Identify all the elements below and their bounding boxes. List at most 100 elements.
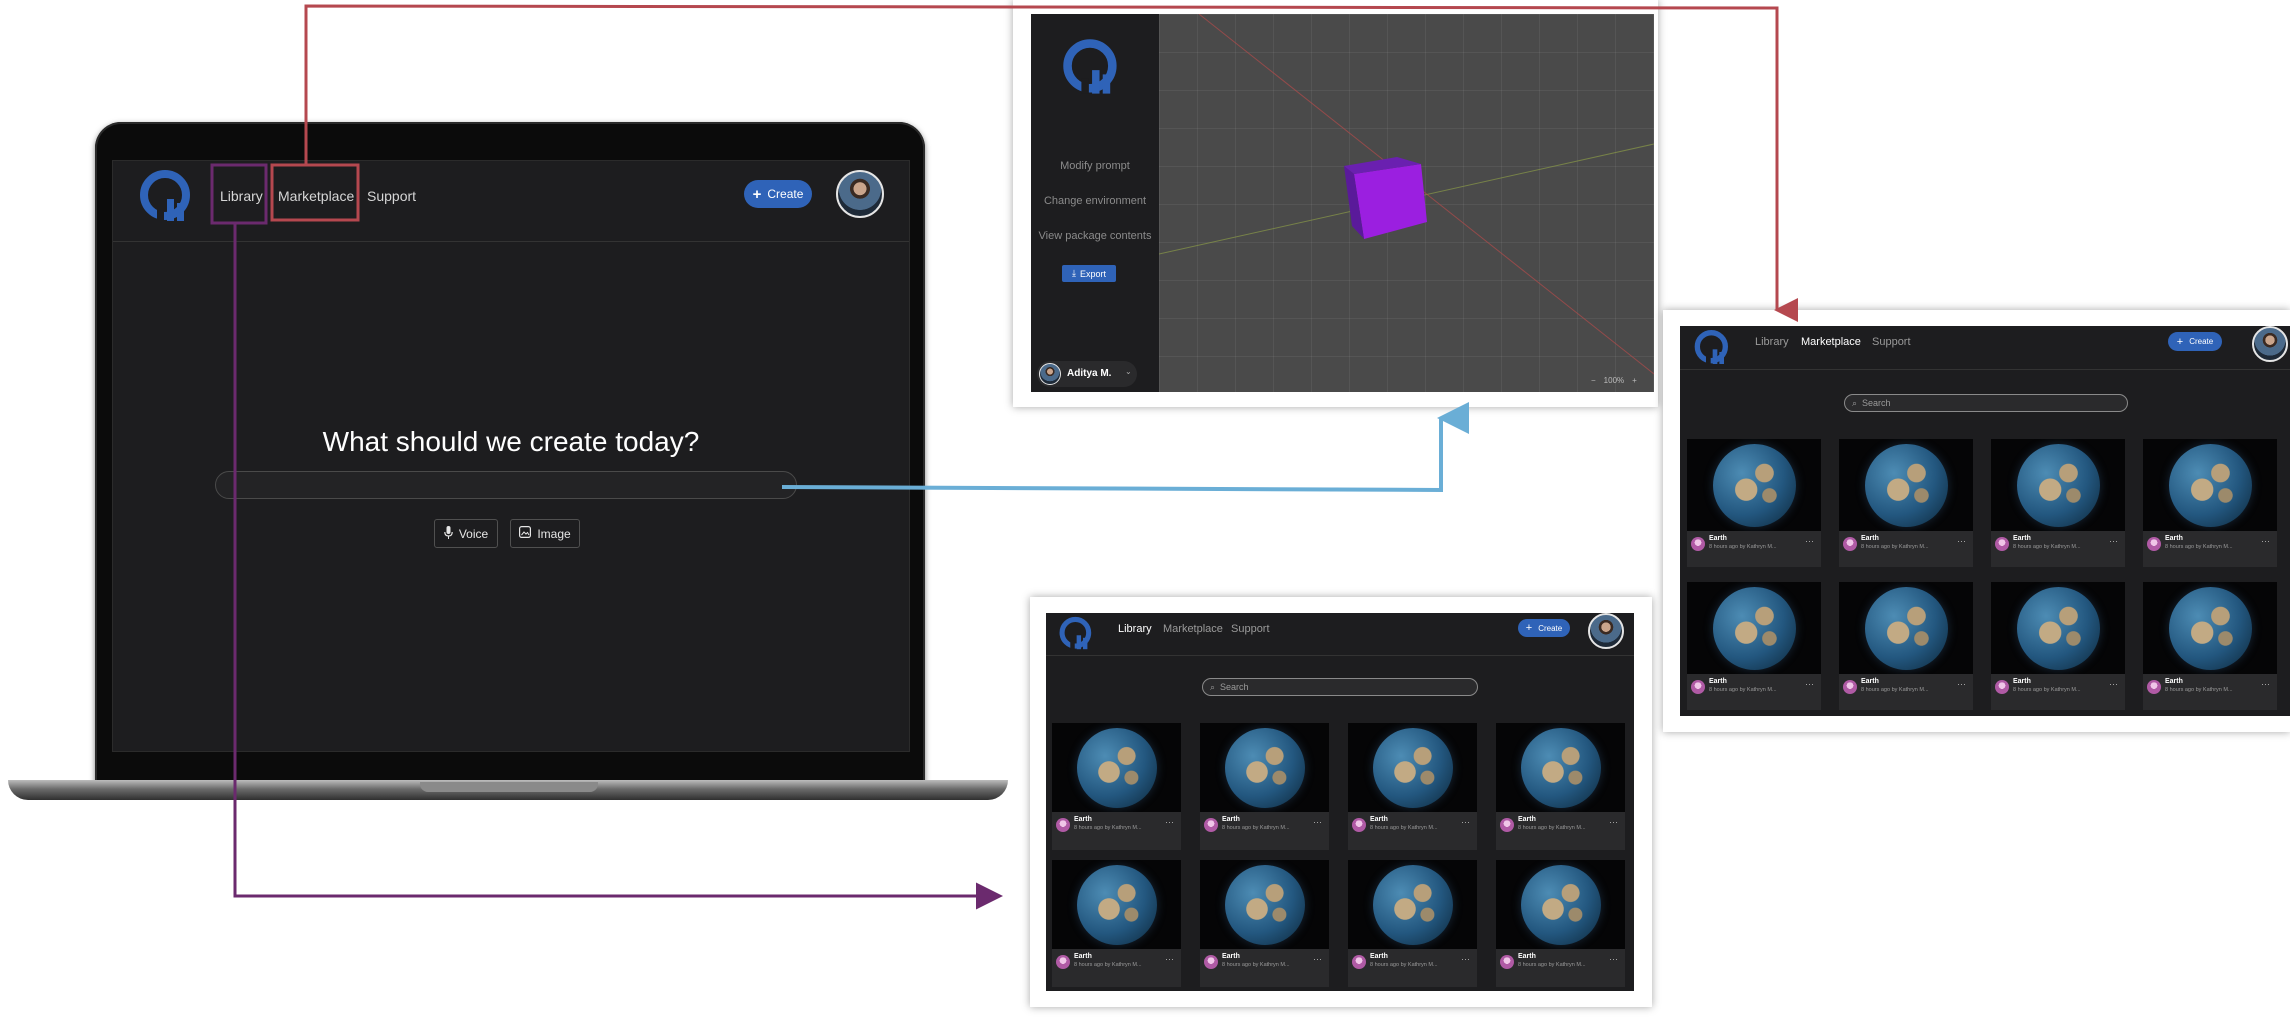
user-chip[interactable]: Aditya M. ⌄ <box>1037 361 1137 387</box>
more-options-icon[interactable]: ⋯ <box>1461 817 1470 828</box>
asset-card[interactable]: Earth 8 hours ago by Kathryn M... ⋯ <box>1496 723 1625 850</box>
earth-globe-image <box>1864 586 1948 670</box>
author-avatar <box>1995 537 2009 551</box>
asset-thumbnail <box>2143 439 2277 531</box>
voice-button[interactable]: Voice <box>434 519 498 548</box>
asset-title: Earth <box>1074 953 1092 960</box>
asset-thumbnail <box>1200 860 1329 949</box>
user-avatar[interactable] <box>836 170 884 218</box>
asset-card[interactable]: Earth 8 hours ago by Kathryn M... ⋯ <box>1991 439 2125 567</box>
asset-thumbnail <box>1687 439 1821 531</box>
asset-title: Earth <box>2165 535 2183 542</box>
asset-meta: Earth 8 hours ago by Kathryn M... ⋯ <box>1839 674 1973 710</box>
asset-subtitle: 8 hours ago by Kathryn M... <box>2165 687 2233 693</box>
export-button-label: Export <box>1079 268 1106 279</box>
more-options-icon[interactable]: ⋯ <box>1957 679 1966 690</box>
asset-card[interactable]: Earth 8 hours ago by Kathryn M... ⋯ <box>1839 582 1973 710</box>
earth-globe-image <box>1224 727 1305 808</box>
more-options-icon[interactable]: ⋯ <box>1165 954 1174 965</box>
asset-card[interactable]: Earth 8 hours ago by Kathryn M... ⋯ <box>1839 439 1973 567</box>
asset-card[interactable]: Earth 8 hours ago by Kathryn M... ⋯ <box>2143 582 2277 710</box>
more-options-icon[interactable]: ⋯ <box>1461 954 1470 965</box>
earth-globe-image <box>1520 864 1601 945</box>
earth-globe-image <box>2016 443 2100 527</box>
header-divider <box>113 241 909 242</box>
asset-thumbnail <box>1839 439 1973 531</box>
more-options-icon[interactable]: ⋯ <box>1313 954 1322 965</box>
more-options-icon[interactable]: ⋯ <box>1313 817 1322 828</box>
asset-title: Earth <box>1861 535 1879 542</box>
zoom-controls[interactable]: − 100% + <box>1591 376 1637 385</box>
more-options-icon[interactable]: ⋯ <box>2109 536 2118 547</box>
asset-card[interactable]: Earth 8 hours ago by Kathryn M... ⋯ <box>1348 723 1477 850</box>
asset-subtitle: 8 hours ago by Kathryn M... <box>1370 825 1438 831</box>
nav-marketplace[interactable]: Marketplace <box>278 188 354 204</box>
more-options-icon[interactable]: ⋯ <box>2109 679 2118 690</box>
asset-subtitle: 8 hours ago by Kathryn M... <box>2013 544 2081 550</box>
prompt-input[interactable] <box>215 471 797 499</box>
asset-card[interactable]: Earth 8 hours ago by Kathryn M... ⋯ <box>1348 860 1477 987</box>
asset-title: Earth <box>1518 816 1536 823</box>
nav-support[interactable]: Support <box>367 188 416 204</box>
asset-card[interactable]: Earth 8 hours ago by Kathryn M... ⋯ <box>1991 582 2125 710</box>
asset-thumbnail <box>1496 860 1625 949</box>
asset-card[interactable]: Earth 8 hours ago by Kathryn M... ⋯ <box>2143 439 2277 567</box>
more-options-icon[interactable]: ⋯ <box>2261 679 2270 690</box>
asset-title: Earth <box>1370 816 1388 823</box>
create-button[interactable]: + Create <box>744 180 812 208</box>
nav-library[interactable]: Library <box>220 188 263 204</box>
modify-prompt-item[interactable]: Modify prompt <box>1031 160 1159 172</box>
earth-globe-image <box>2016 586 2100 670</box>
app-logo[interactable] <box>139 167 193 227</box>
asset-card[interactable]: Earth 8 hours ago by Kathryn M... ⋯ <box>1687 439 1821 567</box>
more-options-icon[interactable]: ⋯ <box>1957 536 1966 547</box>
asset-card[interactable]: Earth 8 hours ago by Kathryn M... ⋯ <box>1052 723 1181 850</box>
asset-subtitle: 8 hours ago by Kathryn M... <box>1518 825 1586 831</box>
image-button[interactable]: Image <box>510 519 580 548</box>
more-options-icon[interactable]: ⋯ <box>1609 817 1618 828</box>
more-options-icon[interactable]: ⋯ <box>2261 536 2270 547</box>
asset-meta: Earth 8 hours ago by Kathryn M... ⋯ <box>1200 949 1329 987</box>
asset-title: Earth <box>1222 816 1240 823</box>
zoom-in-icon[interactable]: + <box>1632 376 1637 385</box>
asset-meta: Earth 8 hours ago by Kathryn M... ⋯ <box>1052 949 1181 987</box>
asset-card[interactable]: Earth 8 hours ago by Kathryn M... ⋯ <box>1200 723 1329 850</box>
asset-meta: Earth 8 hours ago by Kathryn M... ⋯ <box>2143 674 2277 710</box>
asset-subtitle: 8 hours ago by Kathryn M... <box>1074 962 1142 968</box>
3d-viewport[interactable]: − 100% + <box>1158 13 1655 392</box>
asset-title: Earth <box>2165 678 2183 685</box>
more-options-icon[interactable]: ⋯ <box>1805 536 1814 547</box>
asset-thumbnail <box>1052 860 1181 949</box>
laptop-hinge-notch <box>420 782 598 792</box>
earth-globe-image <box>1076 864 1157 945</box>
earth-globe-image <box>1224 864 1305 945</box>
asset-meta: Earth 8 hours ago by Kathryn M... ⋯ <box>1496 812 1625 850</box>
asset-card[interactable]: Earth 8 hours ago by Kathryn M... ⋯ <box>1052 860 1181 987</box>
earth-globe-image <box>1864 443 1948 527</box>
author-avatar <box>1352 818 1366 832</box>
asset-card[interactable]: Earth 8 hours ago by Kathryn M... ⋯ <box>1496 860 1625 987</box>
asset-card[interactable]: Earth 8 hours ago by Kathryn M... ⋯ <box>1687 582 1821 710</box>
asset-meta: Earth 8 hours ago by Kathryn M... ⋯ <box>2143 531 2277 567</box>
asset-thumbnail <box>1687 582 1821 674</box>
change-environment-item[interactable]: Change environment <box>1031 195 1159 207</box>
asset-thumbnail <box>1200 723 1329 812</box>
asset-subtitle: 8 hours ago by Kathryn M... <box>1861 544 1929 550</box>
more-options-icon[interactable]: ⋯ <box>1805 679 1814 690</box>
asset-meta: Earth 8 hours ago by Kathryn M... ⋯ <box>1496 949 1625 987</box>
asset-thumbnail <box>1839 582 1973 674</box>
author-avatar <box>1056 818 1070 832</box>
author-avatar <box>1843 680 1857 694</box>
zoom-out-icon[interactable]: − <box>1591 376 1596 385</box>
more-options-icon[interactable]: ⋯ <box>1165 817 1174 828</box>
author-avatar <box>1691 680 1705 694</box>
asset-card[interactable]: Earth 8 hours ago by Kathryn M... ⋯ <box>1200 860 1329 987</box>
asset-grid: Earth 8 hours ago by Kathryn M... ⋯ Earth 8 … <box>1046 613 1634 991</box>
view-package-contents-item[interactable]: View package contents <box>1031 230 1159 242</box>
marketplace-panel: Library Marketplace Support + Create ⌕ S… <box>1663 310 2290 732</box>
editor-logo[interactable] <box>1059 36 1123 100</box>
export-button[interactable]: ⤓ Export <box>1062 265 1116 282</box>
purple-cube[interactable] <box>1344 157 1427 239</box>
asset-thumbnail <box>1052 723 1181 812</box>
more-options-icon[interactable]: ⋯ <box>1609 954 1618 965</box>
